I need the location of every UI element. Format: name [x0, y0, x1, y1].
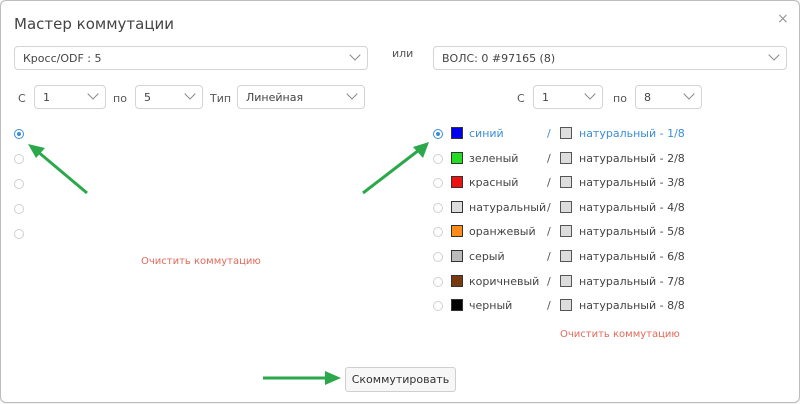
- pair-color-swatch: [560, 250, 572, 262]
- fiber-separator: /: [547, 250, 551, 263]
- left-clear-switching-link[interactable]: Очистить коммутацию: [141, 256, 261, 267]
- arrow-to-connect-button: [263, 371, 341, 385]
- fiber-name: серый: [469, 250, 505, 263]
- left-from-select[interactable]: 1: [34, 85, 106, 109]
- fiber-color-swatch: [451, 176, 463, 189]
- left-from-label: С: [18, 92, 26, 105]
- left-to-select[interactable]: 5: [135, 85, 203, 109]
- arrow-to-right-radio: [362, 142, 429, 195]
- chevron-down-icon: [87, 88, 99, 100]
- right-from-label: С: [517, 92, 525, 105]
- fiber-separator: /: [547, 299, 551, 313]
- right-from-select[interactable]: 1: [533, 85, 603, 109]
- pair-fiber-label: натуральный - 3/8: [579, 176, 685, 190]
- pair-fiber-label: натуральный - 5/8: [579, 225, 685, 239]
- pair-fiber-label: натуральный - 7/8: [579, 274, 685, 288]
- pair-fiber-label: натуральный - 2/8: [579, 151, 685, 165]
- pair-fiber-label: натуральный - 1/8: [579, 127, 685, 140]
- left-to-label: по: [113, 92, 127, 105]
- fiber-radio[interactable]: [433, 252, 443, 262]
- fiber-color-swatch: [451, 274, 463, 287]
- fiber-radio[interactable]: [433, 301, 443, 312]
- right-to-label: по: [613, 92, 627, 105]
- type-select[interactable]: Линейная: [237, 85, 365, 109]
- fiber-color-swatch: [451, 225, 463, 238]
- cross-odf-select-value: Кросс/ODF : 5: [23, 52, 102, 65]
- close-icon[interactable]: ×: [777, 11, 789, 27]
- pair-fiber-label: натуральный - 8/8: [579, 299, 685, 313]
- pair-fiber-label: натуральный - 4/8: [579, 200, 685, 214]
- connect-button[interactable]: Скоммутировать: [345, 367, 456, 392]
- fiber-separator: /: [547, 176, 551, 190]
- fiber-radio[interactable]: [433, 129, 443, 139]
- fiber-radio[interactable]: [433, 227, 443, 238]
- fiber-color-swatch: [451, 299, 463, 312]
- or-label: или: [392, 47, 414, 60]
- fiber-name: синий: [469, 127, 504, 140]
- chevron-down-icon: [584, 88, 596, 100]
- fiber-separator: /: [547, 127, 551, 140]
- switching-wizard-dialog: Мастер коммутации × Кросс/ODF : 5 или ВО…: [0, 0, 800, 403]
- fiber-color-swatch: [451, 250, 463, 262]
- pair-color-swatch: [560, 299, 572, 312]
- fiber-separator: /: [547, 151, 551, 165]
- fiber-separator: /: [547, 200, 551, 214]
- fiber-radio[interactable]: [433, 153, 443, 164]
- fiber-separator: /: [547, 225, 551, 239]
- right-clear-switching-link[interactable]: Очистить коммутацию: [560, 329, 680, 340]
- pair-color-swatch: [560, 176, 572, 189]
- pair-color-swatch: [560, 200, 572, 213]
- chevron-down-icon: [346, 88, 358, 100]
- fiber-separator: /: [547, 274, 551, 288]
- fiber-color-swatch: [451, 200, 463, 213]
- right-to-select[interactable]: 8: [635, 85, 702, 109]
- fiber-name: натуральный: [469, 200, 547, 214]
- chevron-down-icon: [683, 88, 695, 100]
- chevron-down-icon: [768, 49, 780, 61]
- pair-color-swatch: [560, 127, 572, 139]
- fiber-radio[interactable]: [433, 202, 443, 213]
- left-to-value: 5: [144, 91, 151, 104]
- right-to-value: 8: [644, 91, 651, 104]
- left-port-radio[interactable]: [14, 129, 24, 139]
- left-port-radio[interactable]: [14, 179, 24, 189]
- fiber-name: зеленый: [469, 151, 519, 165]
- fiber-color-swatch: [451, 127, 463, 139]
- dialog-title: Мастер коммутации: [14, 15, 175, 33]
- type-value: Линейная: [246, 91, 304, 104]
- pair-fiber-label: натуральный - 6/8: [579, 250, 685, 263]
- pair-color-swatch: [560, 225, 572, 238]
- fiber-radio[interactable]: [433, 276, 443, 287]
- chevron-down-icon: [349, 49, 361, 61]
- right-from-value: 1: [542, 91, 549, 104]
- fiber-cable-select-value: ВОЛС: 0 #97165 (8): [442, 52, 556, 65]
- left-port-radio[interactable]: [14, 204, 24, 214]
- chevron-down-icon: [184, 88, 196, 100]
- fiber-name: коричневый: [469, 274, 540, 288]
- arrow-to-left-radio: [28, 144, 88, 195]
- fiber-radio[interactable]: [433, 178, 443, 189]
- fiber-name: черный: [469, 299, 513, 313]
- left-port-radio[interactable]: [14, 154, 24, 164]
- pair-color-swatch: [560, 274, 572, 287]
- cross-odf-select[interactable]: Кросс/ODF : 5: [14, 46, 368, 70]
- fiber-name: красный: [469, 176, 519, 190]
- type-label: Тип: [210, 92, 232, 105]
- pair-color-swatch: [560, 151, 572, 164]
- left-from-value: 1: [43, 91, 50, 104]
- fiber-color-swatch: [451, 151, 463, 164]
- left-port-radio[interactable]: [14, 229, 24, 239]
- fiber-name: оранжевый: [469, 225, 536, 239]
- fiber-cable-select[interactable]: ВОЛС: 0 #97165 (8): [433, 46, 787, 70]
